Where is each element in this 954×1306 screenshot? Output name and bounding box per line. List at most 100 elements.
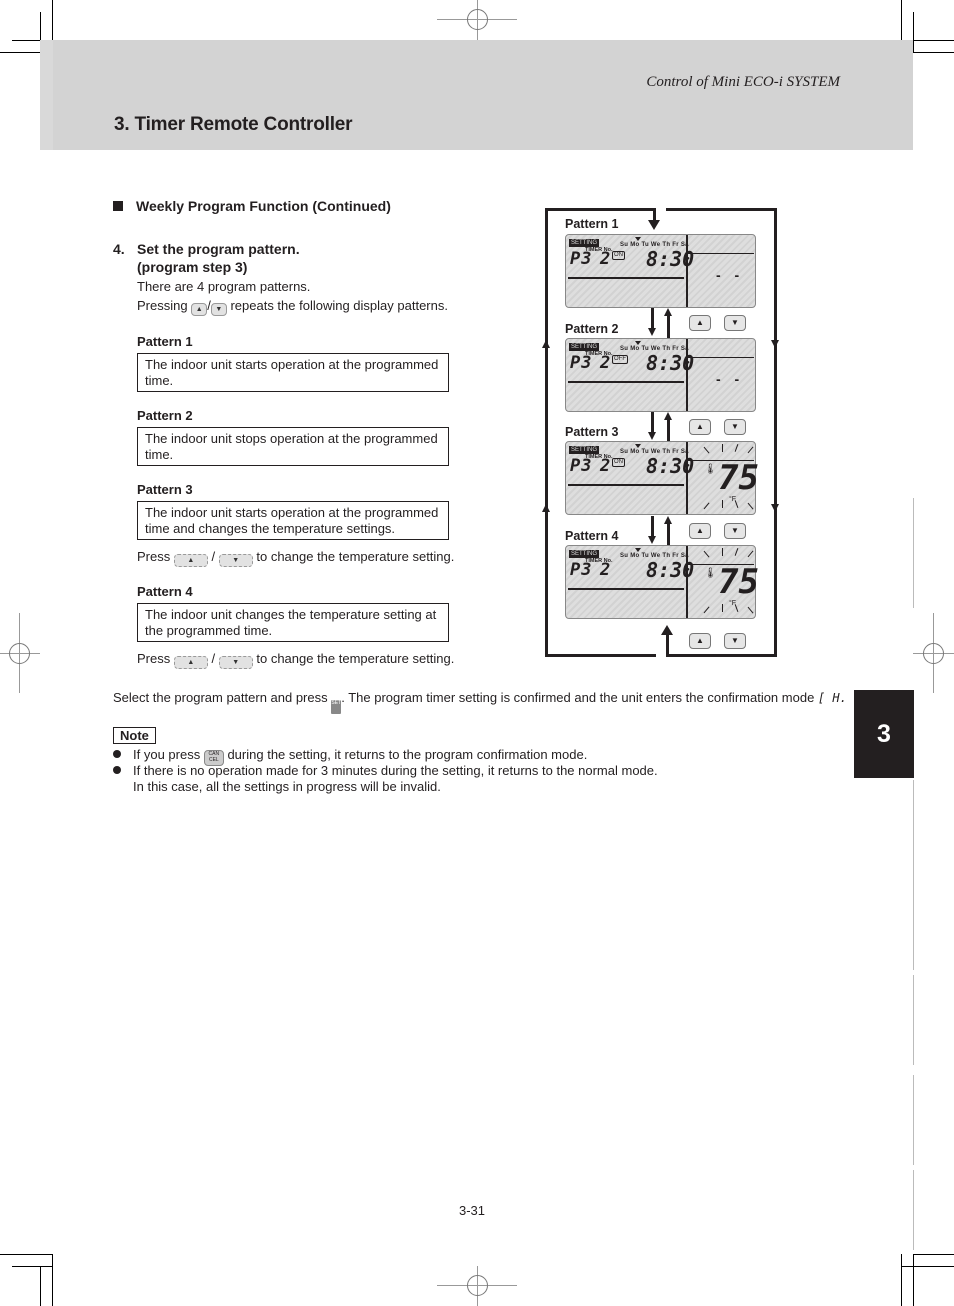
up-button-icon: ▲	[689, 633, 711, 649]
margin-line	[913, 780, 914, 880]
registration-mark	[467, 9, 488, 30]
pattern-4-label: Pattern 4	[137, 584, 193, 599]
transition-line	[667, 316, 670, 338]
flash-mark-icon	[734, 604, 739, 612]
flash-mark-icon	[747, 606, 754, 614]
arrow-down-icon	[771, 504, 779, 512]
pattern-4-description: The indoor unit changes the temperature …	[137, 603, 449, 642]
note-badge: Note	[113, 727, 156, 744]
step-intro: There are 4 program patterns.	[137, 279, 311, 294]
up-key-icon: ▲	[191, 303, 208, 316]
crop-mark	[913, 1254, 914, 1306]
pattern-caption: Pattern 2	[565, 322, 619, 336]
section-title: Weekly Program Function (Continued)	[113, 198, 391, 214]
registration-mark	[923, 643, 944, 664]
confirm-text: Select the program pattern and press SET…	[113, 690, 847, 714]
flash-mark-icon	[722, 444, 724, 452]
crop-mark	[901, 1266, 954, 1267]
lcd-divider	[686, 339, 688, 411]
press-suffix: to change the temperature setting.	[256, 549, 455, 564]
thermometer-icon: 🌡	[704, 568, 717, 579]
lcd-panel: SETTING TIMER No. Su Mo Tu We Th Fr Sa P3 2 O…	[565, 234, 756, 308]
temperature-value: 75	[718, 562, 759, 602]
crop-mark	[913, 1254, 954, 1255]
note-item-text: If there is no operation made for 3 minu…	[133, 763, 658, 778]
section-title-text: Weekly Program Function (Continued)	[136, 198, 391, 214]
arrow-down-icon	[771, 340, 779, 348]
pattern-caption: Pattern 4	[565, 529, 619, 543]
crop-mark	[901, 1254, 902, 1306]
flash-mark-icon	[722, 548, 724, 556]
step-title-line1: Set the program pattern.	[137, 241, 300, 257]
timer-number: 2	[600, 249, 611, 269]
lcd-line	[568, 381, 684, 383]
step-title: Set the program pattern. (program step 3)	[137, 240, 300, 276]
flash-mark-icon	[722, 500, 724, 508]
arrow-down-icon	[648, 536, 656, 544]
crop-mark	[0, 1254, 52, 1255]
loop-line	[774, 208, 777, 657]
square-bullet-icon	[113, 201, 123, 211]
flash-mark-icon	[703, 550, 710, 558]
temperature-value: 75	[718, 458, 759, 498]
flash-mark-icon	[747, 446, 754, 454]
down-button-icon: ▼	[724, 523, 746, 539]
note-continuation: In this case, all the settings in progre…	[133, 779, 441, 794]
day-indicator-icon	[635, 341, 641, 345]
flash-mark-icon	[734, 548, 739, 556]
program-number: P3	[570, 456, 593, 476]
loop-line	[666, 208, 777, 211]
confirm-suffix: . The program timer setting is confirmed…	[341, 690, 815, 705]
lcd-divider	[686, 235, 688, 307]
arrow-up-icon	[661, 625, 673, 635]
flash-mark-icon	[722, 604, 724, 612]
confirm-prefix: Select the program pattern and press	[113, 690, 328, 705]
setting-label: SETTING	[569, 239, 600, 247]
pattern-caption: Pattern 3	[565, 425, 619, 439]
flash-mark-icon	[747, 502, 754, 510]
lcd-line	[568, 588, 684, 590]
margin-line	[913, 880, 914, 970]
step-number: 4.	[113, 241, 125, 257]
lcd-panel: SETTING TIMER No. Su Mo Tu We Th Fr Sa P3 2 O…	[565, 441, 759, 515]
pattern-3-label: Pattern 3	[137, 482, 193, 497]
crop-mark	[40, 1266, 41, 1306]
pressing-suffix: repeats the following display patterns.	[230, 298, 448, 313]
lcd-panel: SETTING TIMER No. Su Mo Tu We Th Fr Sa P3 2 O…	[565, 338, 756, 412]
program-number: P3	[570, 353, 593, 373]
margin-line	[913, 975, 914, 1065]
down-key-icon: ▼	[210, 303, 227, 316]
lcd-divider	[686, 442, 688, 514]
header-band: Control of Mini ECO-i SYSTEM 3. Timer Re…	[40, 40, 913, 150]
temperature-dashes: - -	[716, 267, 745, 283]
setting-label: SETTING	[569, 550, 600, 558]
arrow-up-icon	[542, 340, 550, 348]
transition-line	[651, 412, 654, 434]
flash-mark-icon	[703, 502, 710, 510]
flash-mark-icon	[734, 444, 739, 452]
flash-mark-icon	[747, 550, 754, 558]
timer-number: 2	[600, 353, 611, 373]
down-key-icon: ▼	[218, 656, 253, 669]
timer-number: 2	[600, 456, 611, 476]
loop-line	[666, 634, 669, 656]
on-off-icon: ON	[612, 251, 625, 260]
arrow-up-icon	[664, 516, 672, 524]
down-button-icon: ▼	[724, 633, 746, 649]
press-sep: /	[211, 651, 216, 666]
pattern-caption: Pattern 1	[565, 217, 619, 231]
up-key-icon: ▲	[173, 554, 208, 567]
lcd-panel: SETTING TIMER No. Su Mo Tu We Th Fr Sa P3 2 8…	[565, 545, 759, 619]
header-edge	[40, 40, 53, 150]
pattern-4-note: Press ▲ / ▼ to change the temperature se…	[137, 651, 454, 669]
loop-line	[545, 208, 548, 657]
page-title: 3. Timer Remote Controller	[114, 114, 353, 135]
down-button-icon: ▼	[724, 315, 746, 331]
margin-line	[913, 498, 914, 608]
confirmation-mode-symbol: [ H.	[817, 691, 847, 705]
up-button-icon: ▲	[689, 523, 711, 539]
flash-mark-icon	[703, 606, 710, 614]
timer-number: 2	[600, 560, 611, 580]
program-number: P3	[570, 249, 593, 269]
margin-line	[913, 1075, 914, 1165]
